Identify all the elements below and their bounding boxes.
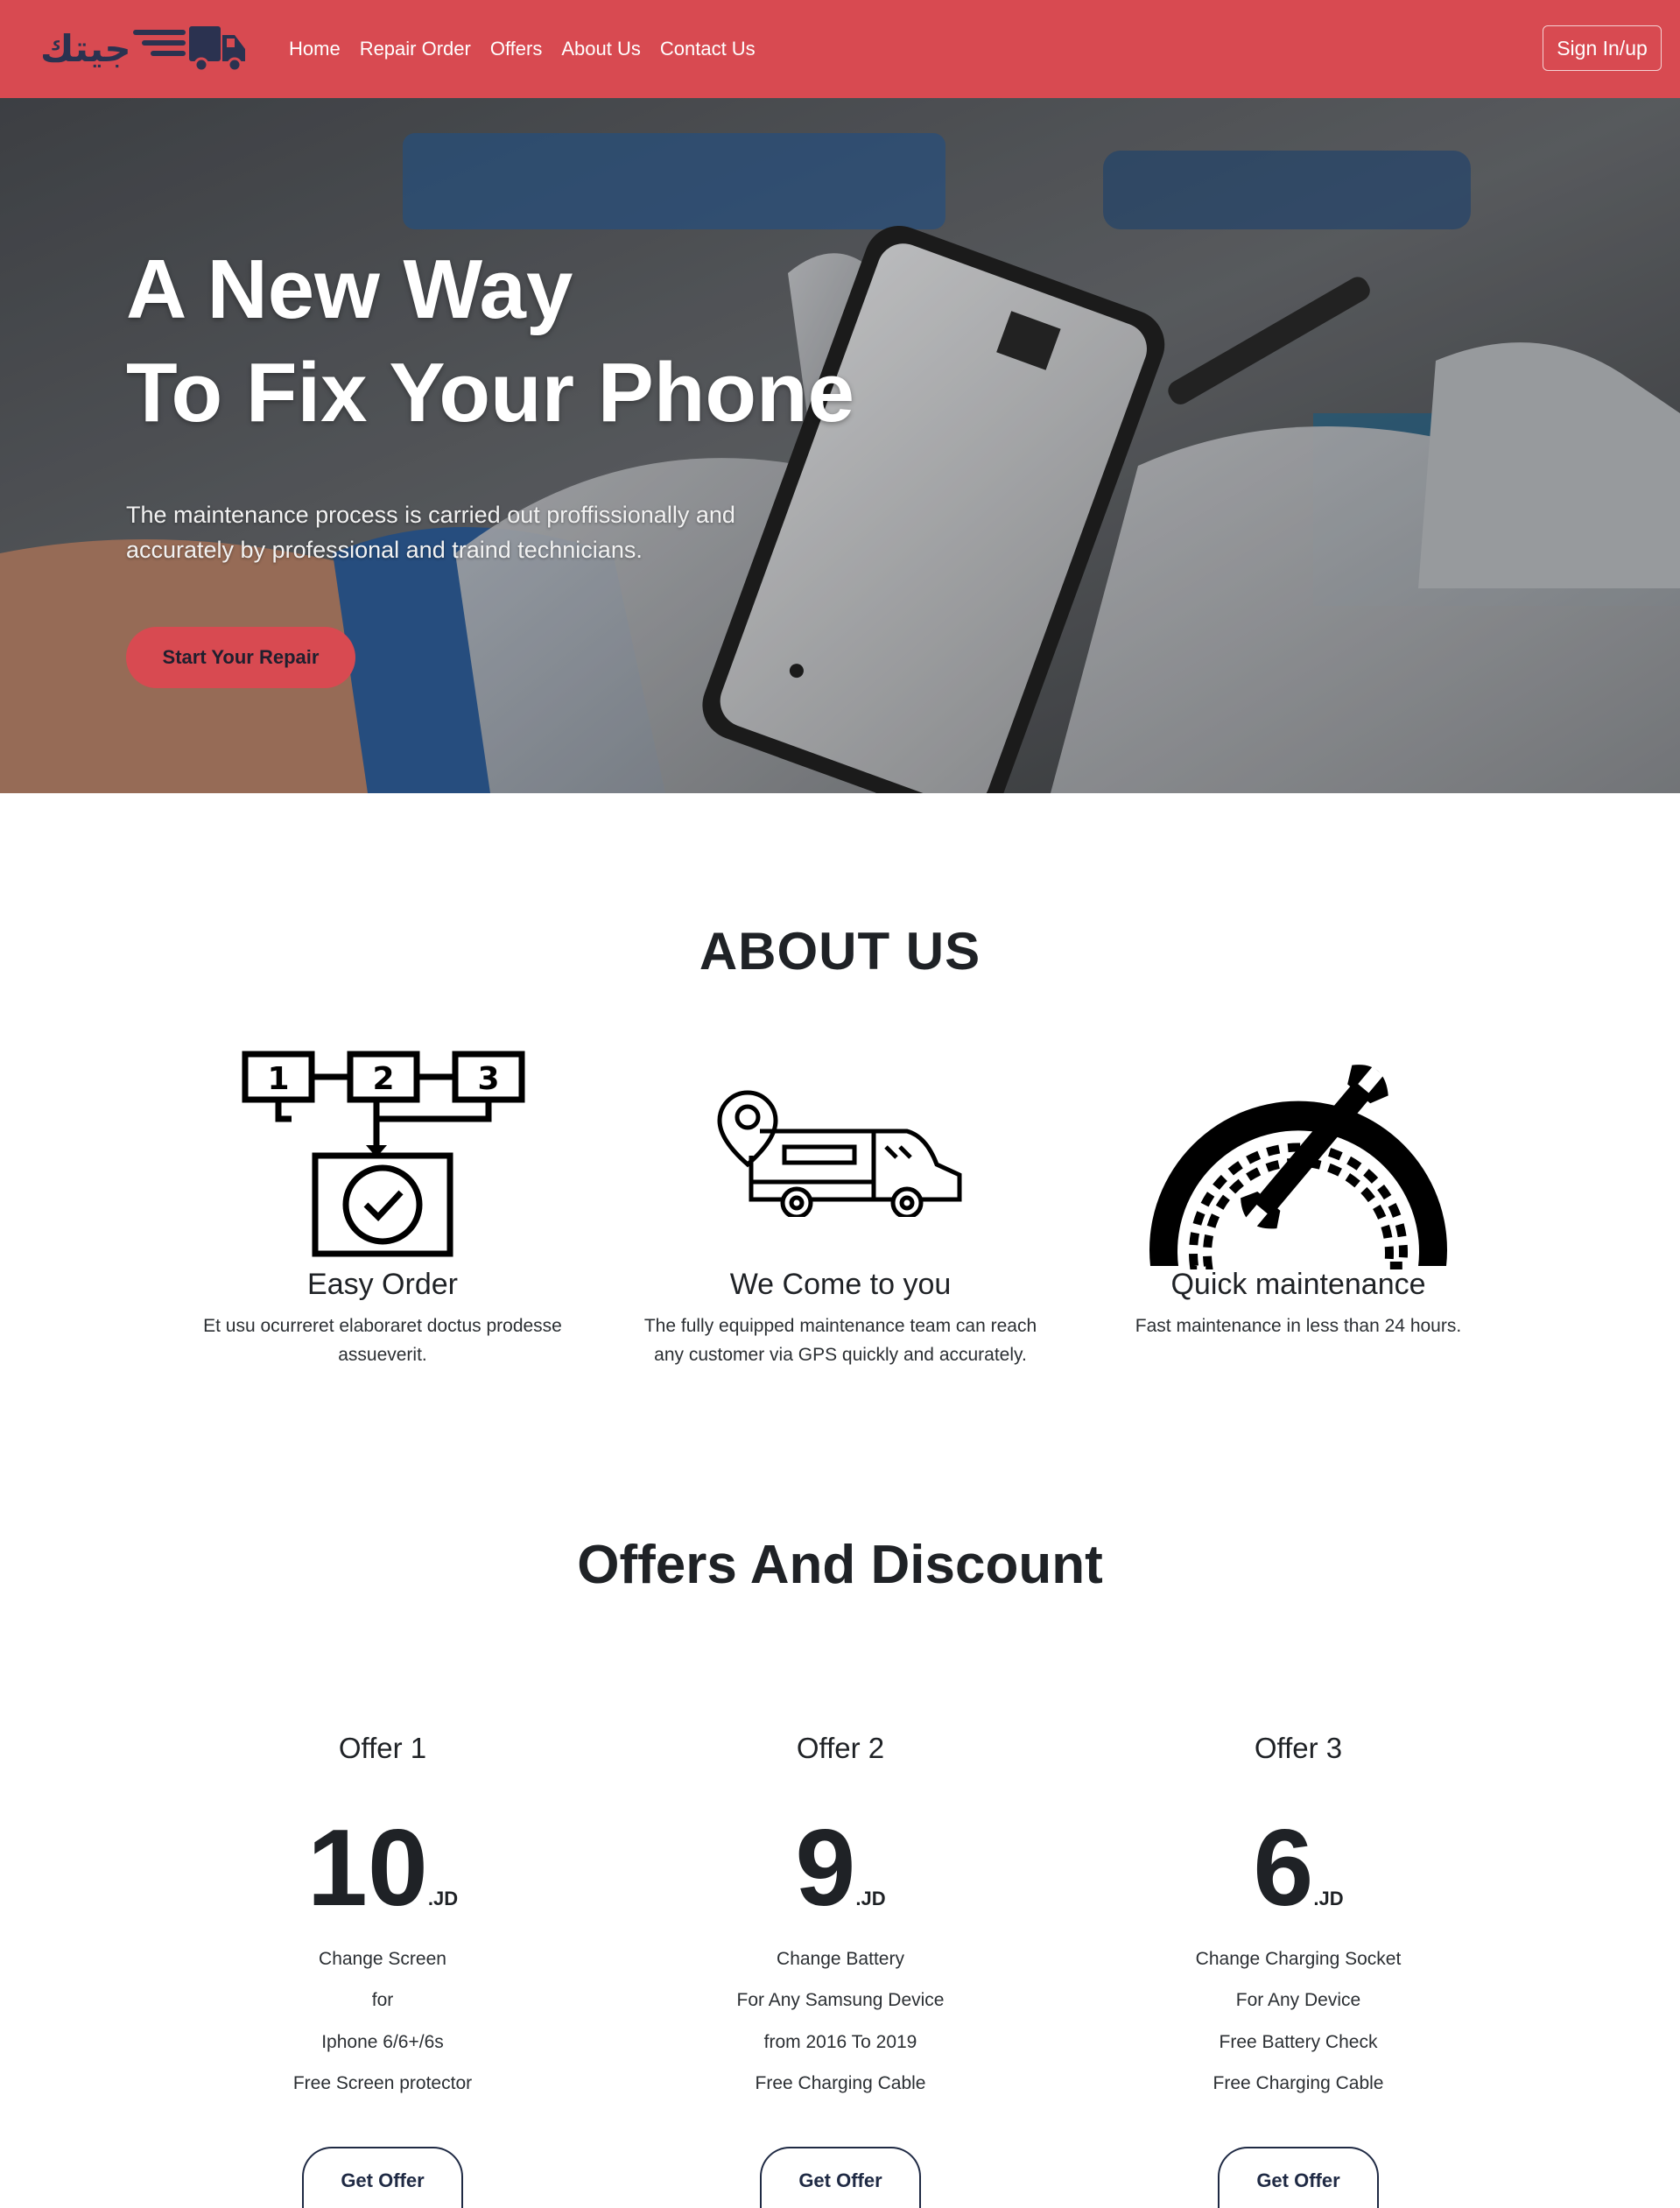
offer-2-price-value: 9	[795, 1808, 856, 1929]
offer-1-price: 10.JD	[207, 1814, 558, 1923]
about-heading-we-come: We Come to you	[729, 1268, 952, 1301]
offer-2-line-3: from 2016 To 2019	[763, 2032, 917, 2052]
steps-checklist-icon: 1 2 3	[226, 1042, 541, 1261]
speedometer-wrench-icon	[1138, 1042, 1459, 1270]
offer-2-currency: .JD	[855, 1888, 886, 1909]
get-offer-1-button[interactable]: Get Offer	[302, 2147, 463, 2208]
about-desc-easy-order: Et usu ocurreret elaboraret doctus prode…	[203, 1316, 562, 1365]
hero-description: The maintenance process is carried out p…	[126, 502, 735, 563]
nav-about-us[interactable]: About Us	[561, 38, 641, 60]
about-heading-easy-order: Easy Order	[307, 1268, 458, 1301]
about-heading-quick: Quick maintenance	[1170, 1268, 1426, 1301]
delivery-truck-icon	[716, 1086, 965, 1220]
truck-logo-icon: جيتك	[40, 26, 245, 73]
nav-home[interactable]: Home	[289, 38, 341, 60]
sign-in-button[interactable]: Sign In/up	[1543, 25, 1662, 71]
about-desc-quick: Fast maintenance in less than 24 hours.	[1135, 1316, 1462, 1336]
offer-3-line-3: Free Battery Check	[1219, 2032, 1378, 2052]
offer-3-name: Offer 3	[1254, 1732, 1343, 1764]
offer-1-name: Offer 1	[338, 1732, 427, 1764]
offer-3-currency: .JD	[1313, 1888, 1344, 1909]
offer-1-line-2: for	[371, 1990, 394, 2010]
hero-title-line-2: To Fix Your Phone	[126, 346, 855, 439]
offer-1-currency: .JD	[427, 1888, 459, 1909]
offers-title: Offers And Discount	[577, 1535, 1103, 1595]
get-offer-3-button[interactable]: Get Offer	[1218, 2147, 1379, 2208]
logo[interactable]: جيتك	[35, 21, 250, 77]
offer-3-line-4: Free Charging Cable	[1213, 2073, 1384, 2093]
offer-1-line-3: Iphone 6/6+/6s	[321, 2032, 444, 2052]
hero-title: A New Way To Fix Your Phone	[126, 238, 854, 445]
offer-2-line-1: Change Battery	[777, 1949, 904, 1969]
about-desc-we-come: The fully equipped maintenance team can …	[643, 1316, 1037, 1365]
nav-contact-us[interactable]: Contact Us	[660, 38, 756, 60]
about-us-title: ABOUT US	[699, 922, 981, 981]
offer-2-name: Offer 2	[796, 1732, 885, 1764]
offer-3-line-2: For Any Device	[1235, 1990, 1361, 2010]
offer-1-price-value: 10	[306, 1808, 428, 1929]
offer-1-line-1: Change Screen	[319, 1949, 446, 1969]
offer-2-price: 9.JD	[665, 1814, 1016, 1923]
offer-3-price: 6.JD	[1123, 1814, 1473, 1923]
svg-text:3: 3	[477, 1061, 499, 1097]
logo-text: جيتك	[40, 27, 131, 70]
offer-1-line-4: Free Screen protector	[292, 2073, 473, 2093]
offer-3-price-value: 6	[1253, 1808, 1314, 1929]
hero-background-image	[0, 98, 1680, 793]
nav-links: Home Repair Order Offers About Us Contac…	[289, 0, 756, 98]
start-repair-button[interactable]: Start Your Repair	[126, 627, 355, 688]
svg-text:1: 1	[267, 1061, 289, 1097]
offer-2-line-2: For Any Samsung Device	[736, 1990, 945, 2010]
navbar: جيتك Home Repair Order Offers About Us C…	[0, 0, 1680, 98]
hero-title-line-1: A New Way	[126, 243, 573, 336]
offer-2-line-4: Free Charging Cable	[755, 2073, 926, 2093]
nav-offers[interactable]: Offers	[490, 38, 543, 60]
get-offer-2-button[interactable]: Get Offer	[760, 2147, 921, 2208]
svg-text:2: 2	[372, 1061, 394, 1097]
hero-section: A New Way To Fix Your Phone The maintena…	[0, 98, 1680, 793]
nav-repair-order[interactable]: Repair Order	[360, 38, 471, 60]
offer-3-line-1: Change Charging Socket	[1195, 1949, 1402, 1969]
